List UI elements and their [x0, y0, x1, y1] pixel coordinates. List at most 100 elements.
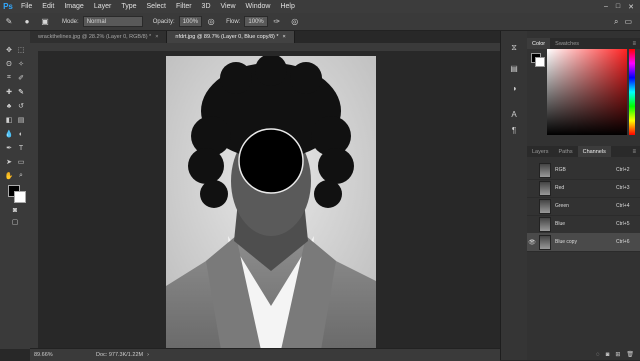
paragraph-icon[interactable]: ¶ [509, 125, 519, 135]
blur-tool-icon[interactable]: 💧 [3, 129, 15, 139]
channel-name: RGB [555, 167, 566, 173]
tab-wrackthelines[interactable]: wrackthelines.jpg @ 28.2% (Layer 0, RGB/… [30, 31, 168, 43]
flow-field[interactable]: 100% [244, 16, 268, 27]
right-panels: Color Swatches ≡ Layers Paths Channels ≡… [527, 31, 640, 360]
adjustments-icon[interactable]: ◑ [509, 83, 519, 93]
healing-tool-icon[interactable]: ✚ [3, 87, 15, 97]
delete-channel-icon[interactable]: 🗑 [626, 351, 634, 358]
panel-dock: ⧖ ▤ ◑ A ¶ [500, 31, 528, 360]
mode-value: Normal [86, 18, 107, 25]
character-icon[interactable]: A [509, 109, 519, 119]
channel-row[interactable]: Green Ctrl+4 [527, 197, 640, 216]
brush-panel-icon[interactable]: ▣ [40, 17, 50, 27]
tab-label: nfdrt.jpg @ 89.7% (Layer 0, Blue copy/8)… [175, 34, 279, 40]
flow-value: 100% [248, 18, 264, 25]
menu-type[interactable]: Type [116, 3, 141, 10]
close-icon[interactable]: × [155, 34, 158, 40]
crop-tool-icon[interactable]: ⌗ [3, 73, 15, 83]
move-tool-icon[interactable]: ✥ [3, 45, 15, 55]
channel-name: Blue [555, 221, 566, 227]
menu-3d[interactable]: 3D [197, 3, 216, 10]
channel-shortcut: Ctrl+3 [616, 185, 630, 191]
dodge-tool-icon[interactable]: ◐ [15, 129, 27, 139]
channel-name: Green [555, 203, 569, 209]
channels-footer: ◌ ◙ ⊞ 🗑 [527, 349, 640, 360]
mode-label: Mode: [62, 18, 79, 25]
menu-window[interactable]: Window [241, 3, 276, 10]
channel-row[interactable]: Red Ctrl+3 [527, 179, 640, 198]
opacity-field[interactable]: 100% [178, 16, 203, 27]
history-brush-icon[interactable]: ↺ [15, 101, 27, 111]
panel-menu-icon[interactable]: ≡ [632, 38, 640, 49]
eye-icon[interactable]: 👁 [527, 239, 537, 246]
lasso-tool-icon[interactable]: ʘ [3, 59, 15, 69]
stamp-tool-icon[interactable]: ♣ [3, 101, 15, 111]
mode-select[interactable]: Normal [82, 16, 143, 27]
brush-preset-icon[interactable]: ● [22, 17, 32, 27]
tab-paths[interactable]: Paths [554, 146, 578, 157]
new-channel-icon[interactable]: ⊞ [615, 351, 620, 358]
canvas-area[interactable] [38, 51, 500, 350]
hue-slider[interactable] [629, 49, 635, 135]
gradient-tool-icon[interactable]: ▤ [15, 115, 27, 125]
photoshop-logo: Ps [3, 2, 13, 11]
panel-menu-icon[interactable]: ≡ [632, 146, 640, 157]
pressure-size-icon[interactable]: ◎ [290, 17, 300, 27]
channel-name: Blue copy [555, 239, 577, 245]
tab-nfdrt[interactable]: nfdrt.jpg @ 89.7% (Layer 0, Blue copy/8)… [167, 31, 295, 43]
airbrush-icon[interactable]: ✑ [272, 17, 282, 27]
channel-shortcut: Ctrl+6 [616, 239, 630, 245]
tab-swatches[interactable]: Swatches [550, 38, 584, 49]
channel-row[interactable]: Blue Ctrl+5 [527, 215, 640, 234]
type-tool-icon[interactable]: T [15, 143, 27, 153]
zoom-tool-icon[interactable]: ⌕ [15, 171, 27, 181]
pressure-opacity-icon[interactable]: ◎ [206, 17, 216, 27]
channel-thumbnail [539, 216, 551, 232]
close-icon[interactable]: ✕ [628, 3, 634, 11]
color-panel-tabs: Color Swatches ≡ [527, 38, 640, 49]
quick-mask-icon[interactable]: ◙ [9, 205, 21, 215]
history-icon[interactable]: ⧖ [509, 43, 519, 53]
tab-layers[interactable]: Layers [527, 146, 554, 157]
menu-filter[interactable]: Filter [171, 3, 197, 10]
menu-file[interactable]: File [16, 3, 37, 10]
opacity-value: 100% [182, 18, 199, 25]
menu-help[interactable]: Help [275, 3, 299, 10]
background-swatch[interactable] [535, 57, 545, 67]
pen-tool-icon[interactable]: ✒ [3, 143, 15, 153]
restore-icon[interactable]: □ [616, 3, 620, 11]
eraser-tool-icon[interactable]: ◧ [3, 115, 15, 125]
background-color-swatch[interactable] [14, 191, 26, 203]
marquee-tool-icon[interactable]: ⬚ [15, 45, 27, 55]
minimize-icon[interactable]: – [604, 3, 608, 11]
shape-tool-icon[interactable]: ▭ [15, 157, 27, 167]
menu-view[interactable]: View [216, 3, 241, 10]
save-selection-icon[interactable]: ◙ [606, 352, 610, 358]
quick-select-tool-icon[interactable]: ✧ [15, 59, 27, 69]
path-select-tool-icon[interactable]: ➤ [3, 157, 15, 167]
menu-edit[interactable]: Edit [37, 3, 59, 10]
chevron-right-icon[interactable]: › [147, 352, 149, 358]
tab-channels[interactable]: Channels [577, 146, 611, 157]
brush-tool-icon[interactable]: ✎ [4, 17, 14, 27]
workspace-icon[interactable]: ▭ [624, 17, 632, 27]
screen-mode-icon[interactable]: ▢ [9, 217, 21, 227]
menu-image[interactable]: Image [59, 3, 88, 10]
channel-row-selected[interactable]: 👁 Blue copy Ctrl+6 [527, 233, 640, 252]
menu-select[interactable]: Select [142, 3, 171, 10]
eyedropper-tool-icon[interactable]: ✐ [15, 73, 27, 83]
color-field[interactable] [547, 49, 627, 135]
channel-row[interactable]: RGB Ctrl+2 [527, 161, 640, 180]
zoom-level[interactable]: 89.66% [34, 352, 84, 358]
properties-icon[interactable]: ▤ [509, 63, 519, 73]
hand-tool-icon[interactable]: ✋ [3, 171, 15, 181]
search-icon[interactable]: ⌕ [614, 17, 618, 27]
tab-color[interactable]: Color [527, 38, 551, 49]
portrait-image [166, 56, 376, 350]
tab-label: wrackthelines.jpg @ 28.2% (Layer 0, RGB/… [38, 34, 152, 40]
menu-layer[interactable]: Layer [89, 3, 117, 10]
load-selection-icon[interactable]: ◌ [596, 352, 600, 358]
brush-tool-icon[interactable]: ✎ [15, 87, 27, 97]
document-image[interactable] [166, 56, 376, 350]
close-icon[interactable]: × [283, 34, 286, 40]
